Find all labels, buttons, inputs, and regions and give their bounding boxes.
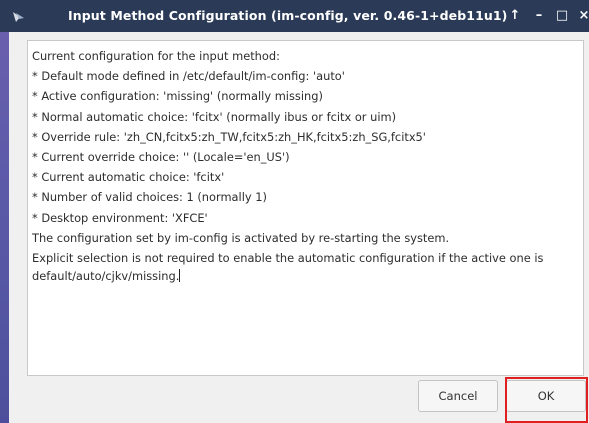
maximize-icon[interactable]: □ bbox=[554, 7, 570, 25]
window-title: Input Method Configuration (im-config, v… bbox=[68, 8, 508, 23]
desktop-background-strip bbox=[0, 26, 9, 423]
configuration-text-area[interactable]: Current configuration for the input meth… bbox=[27, 40, 584, 376]
text-paragraph: Explicit selection is not required to en… bbox=[32, 250, 577, 285]
ok-button[interactable]: OK bbox=[506, 380, 586, 412]
title-bar[interactable]: Input Method Configuration (im-config, v… bbox=[0, 0, 589, 32]
text-line: * Override rule: 'zh_CN,fcitx5:zh_TW,fci… bbox=[32, 129, 426, 144]
close-icon[interactable]: × bbox=[576, 7, 589, 25]
text-line: Current configuration for the input meth… bbox=[32, 49, 280, 63]
text-line: * Number of valid choices: 1 (normally 1… bbox=[32, 190, 267, 205]
text-line: * Normal automatic choice: 'fcitx' (norm… bbox=[32, 109, 397, 124]
im-config-dialog: Input Method Configuration (im-config, v… bbox=[0, 0, 589, 423]
minimize-icon[interactable]: – bbox=[531, 7, 547, 25]
dialog-body: Current configuration for the input meth… bbox=[9, 32, 589, 423]
paragraph-text: Explicit selection is not required to en… bbox=[32, 251, 544, 283]
text-line: * Current override choice: '' (Locale='e… bbox=[32, 150, 290, 165]
keyboard-icon bbox=[12, 9, 28, 23]
text-line: * Current automatic choice: 'fcitx' bbox=[32, 170, 225, 185]
text-line: * Desktop environment: 'XFCE' bbox=[32, 210, 208, 225]
text-line: * Active configuration: 'missing' (norma… bbox=[32, 89, 323, 104]
text-line: * Default mode defined in /etc/default/i… bbox=[32, 69, 345, 84]
text-line: The configuration set by im-config is ac… bbox=[32, 230, 450, 245]
up-arrow-icon[interactable]: ↑ bbox=[507, 7, 523, 25]
cancel-button[interactable]: Cancel bbox=[418, 380, 498, 412]
text-caret bbox=[179, 268, 181, 282]
